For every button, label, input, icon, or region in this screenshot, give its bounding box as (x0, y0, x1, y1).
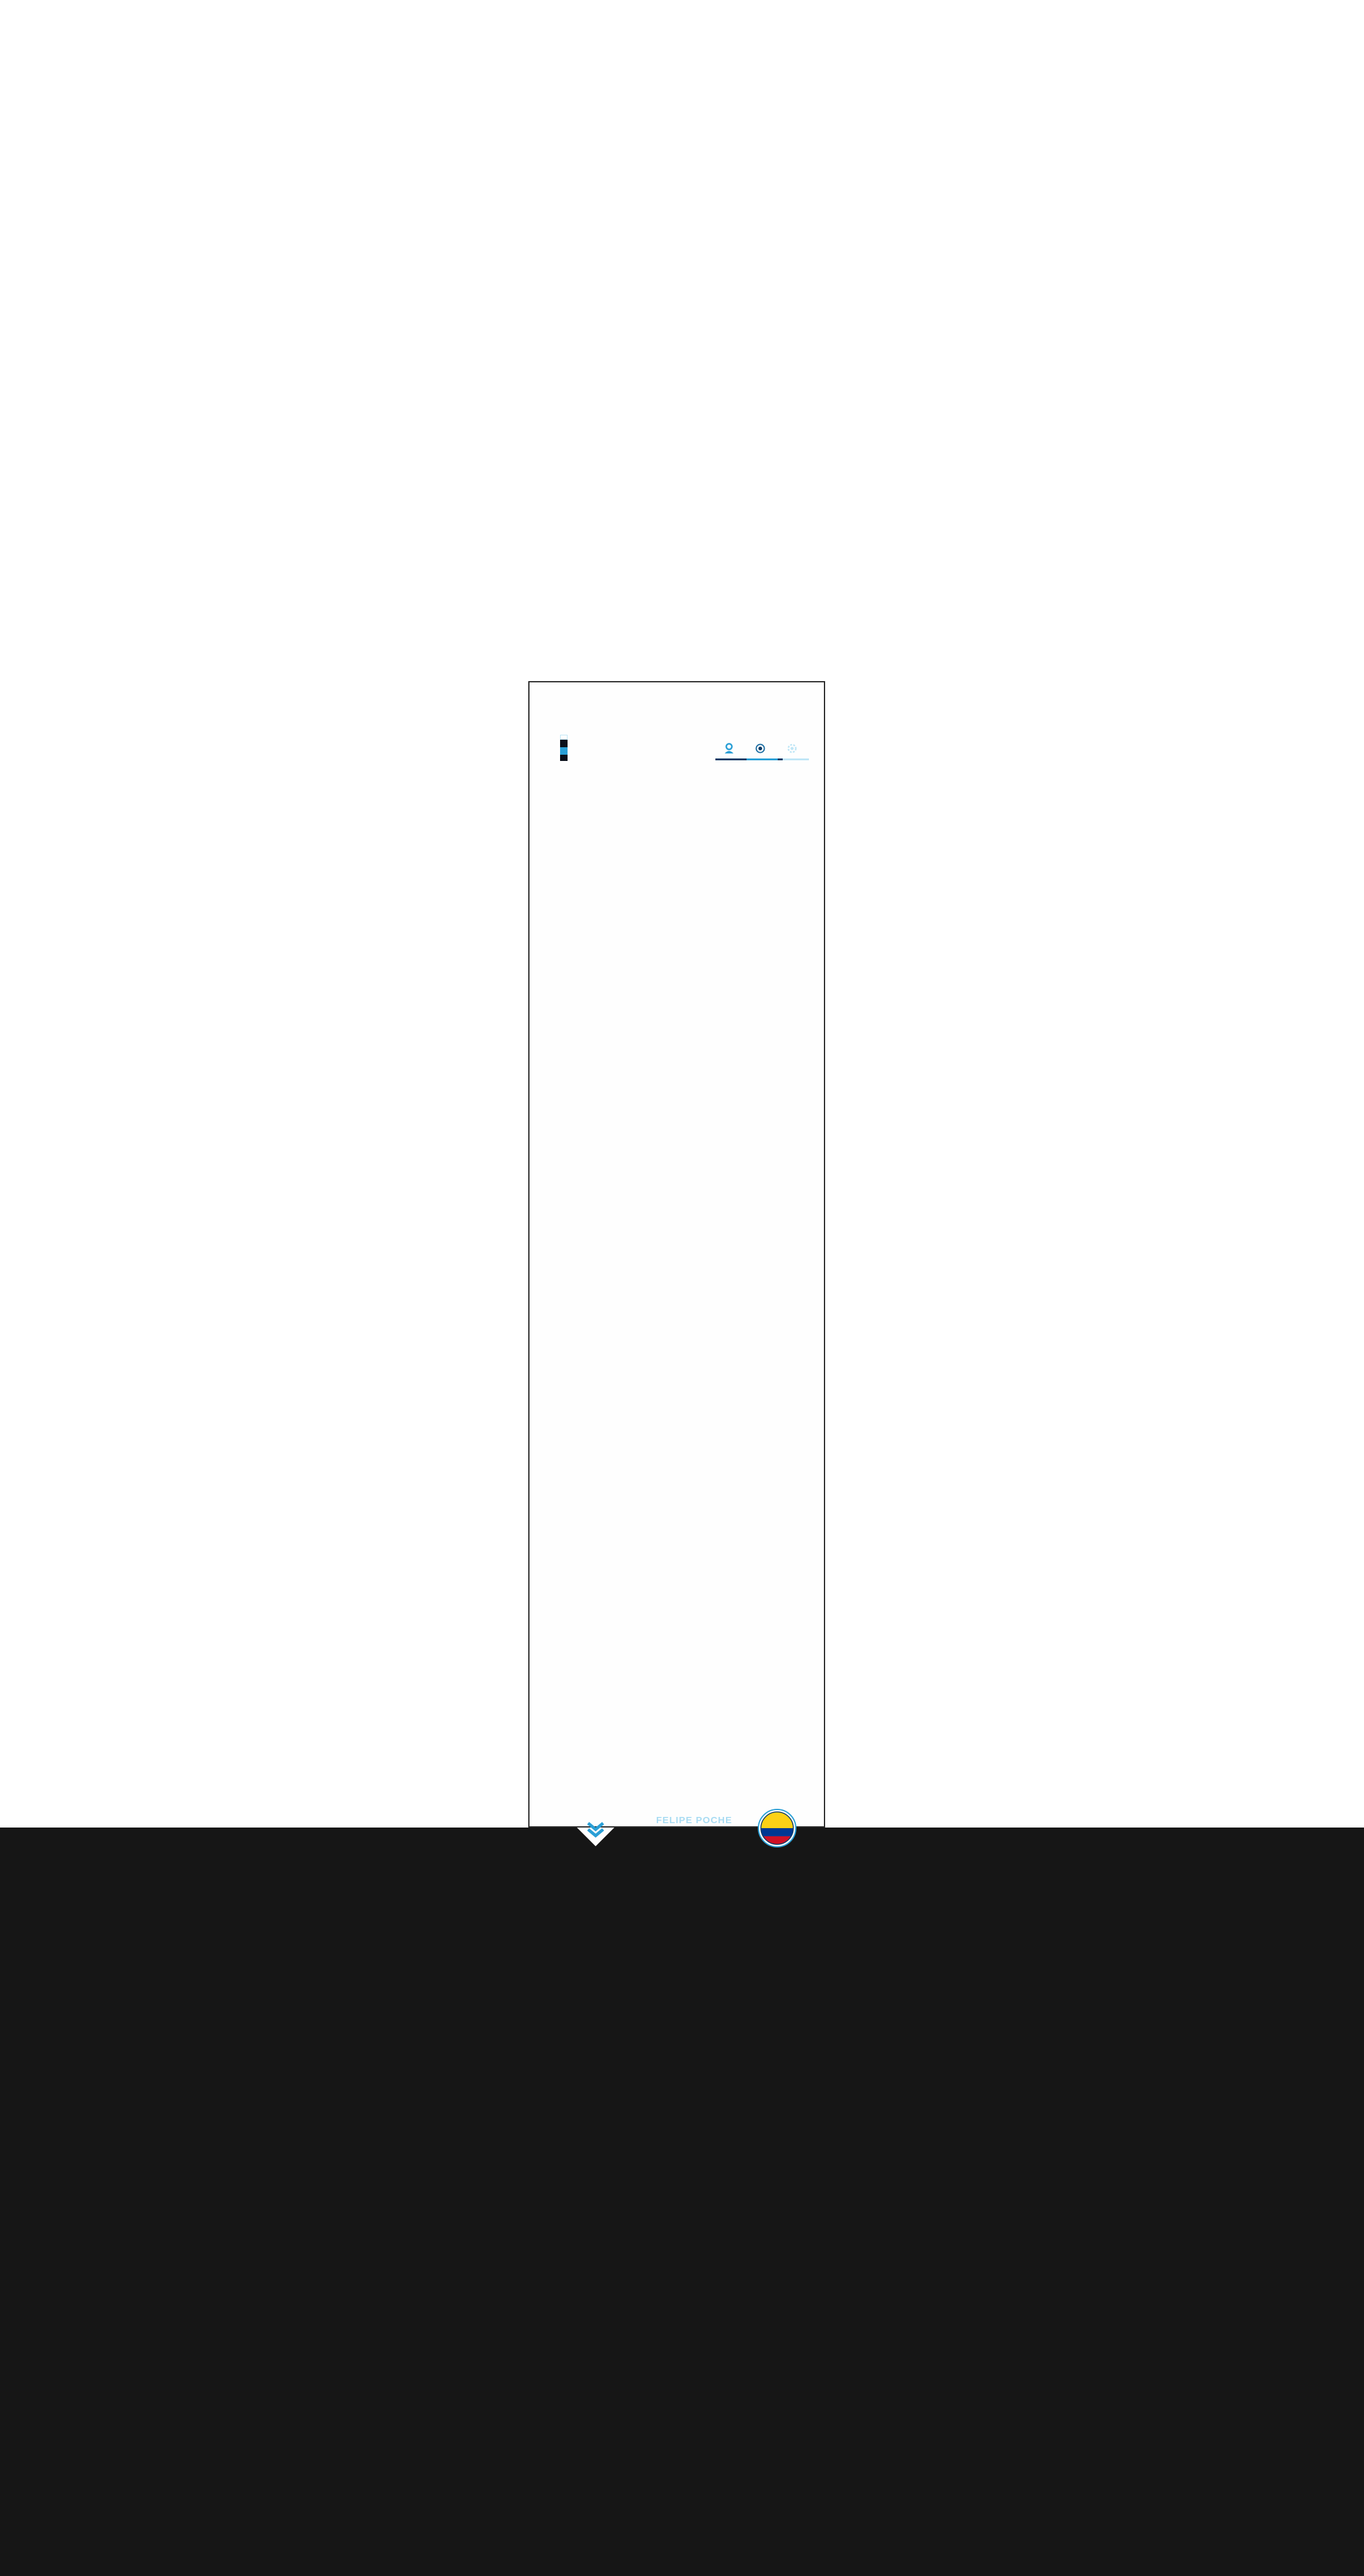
language-badge[interactable] (757, 1808, 797, 1848)
nav-indicator (747, 758, 778, 760)
swatch (560, 747, 568, 755)
nav-indicator (715, 758, 747, 760)
target-icon (755, 743, 765, 753)
gear-icon (787, 743, 797, 753)
dark-footer (0, 1828, 1364, 2576)
nav-indicator (778, 758, 783, 760)
page-frame (528, 681, 825, 1828)
colombia-flag-icon (758, 1809, 796, 1847)
nav-item-settings[interactable] (786, 742, 798, 755)
swatch (560, 735, 568, 740)
top-nav (715, 742, 809, 762)
swatch (560, 740, 568, 747)
double-chevron-down-icon (577, 1822, 614, 1846)
nav-item-profile[interactable] (723, 742, 735, 755)
brand-name[interactable]: FELIPE POCHE (656, 1815, 756, 1830)
swatch (560, 755, 568, 761)
scroll-down-button[interactable] (571, 1817, 621, 1848)
color-swatch-strip (560, 735, 568, 761)
user-icon (725, 743, 733, 753)
nav-item-target[interactable] (754, 742, 767, 755)
